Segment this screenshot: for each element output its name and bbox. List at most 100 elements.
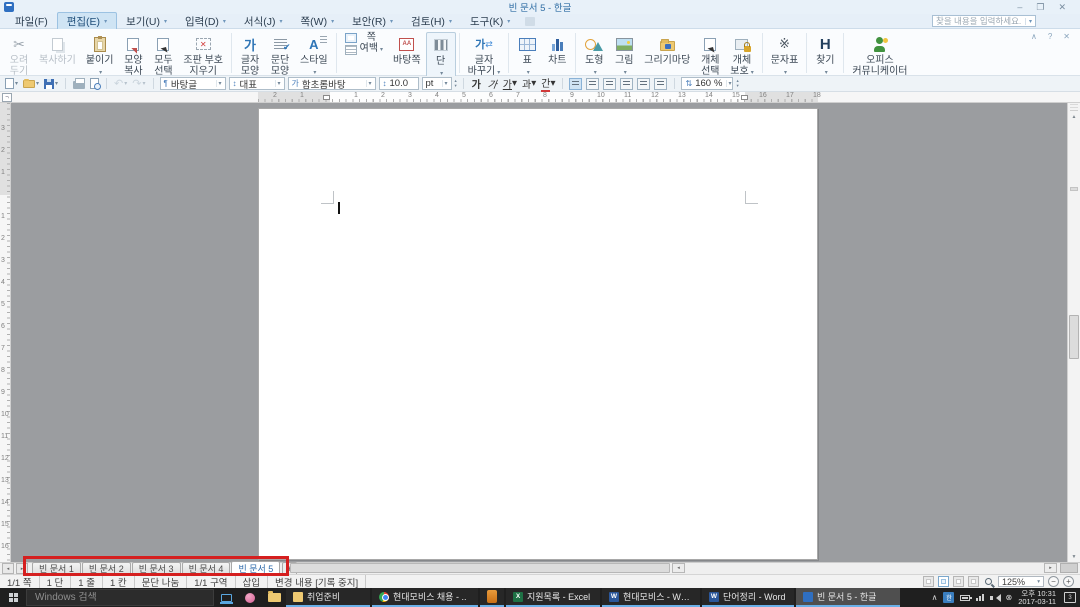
master-page-button[interactable]: AA 바탕쪽 bbox=[388, 32, 426, 68]
editing-canvas[interactable] bbox=[11, 103, 1067, 562]
taskbar-window-excel[interactable]: X 지원목록 - Excel bbox=[506, 588, 600, 607]
save-button[interactable]: ▾ bbox=[43, 79, 59, 89]
italic-button[interactable]: 가 bbox=[485, 77, 500, 90]
para-shape-button[interactable]: ✔ 문단모양 bbox=[265, 32, 295, 78]
line-spacing-input[interactable]: ⇅160%▾ bbox=[681, 77, 733, 90]
align-right-button[interactable] bbox=[620, 78, 633, 90]
taskbar-search-box[interactable] bbox=[26, 589, 214, 606]
underline-button[interactable]: 가▾ bbox=[502, 77, 518, 90]
taskview-button[interactable] bbox=[214, 588, 238, 607]
select-all-button[interactable]: 모두선택 bbox=[148, 32, 178, 78]
scroll-right-button[interactable]: ▸ bbox=[1044, 563, 1057, 573]
clipart-button[interactable]: 그리기마당 bbox=[639, 32, 695, 68]
erase-control-codes-button[interactable]: ✕ 조판 부호지우기 bbox=[178, 32, 228, 78]
start-button[interactable] bbox=[0, 588, 26, 607]
font-size-input[interactable]: ↕10.0 bbox=[379, 77, 419, 90]
find-button[interactable]: H 찾기▾ bbox=[810, 32, 840, 79]
volume-icon[interactable] bbox=[990, 594, 999, 602]
chart-button[interactable]: 차트 bbox=[542, 32, 572, 68]
print-button[interactable] bbox=[72, 79, 86, 89]
representative-select[interactable]: ↕대표▾ bbox=[229, 77, 285, 90]
horizontal-ruler[interactable]: ¬ 21123456789101112131415161718 bbox=[0, 92, 1080, 103]
picture-button[interactable]: 그림▾ bbox=[609, 32, 639, 79]
preview-button[interactable] bbox=[89, 78, 100, 89]
size-spinner[interactable]: ▴▾ bbox=[455, 79, 457, 88]
align-justify-button[interactable] bbox=[569, 78, 582, 90]
taskbar-window-hourglass[interactable] bbox=[480, 588, 504, 607]
pink-app-button[interactable] bbox=[238, 588, 262, 607]
status-insert-mode[interactable]: 삽입 bbox=[236, 575, 268, 589]
indent-marker[interactable] bbox=[323, 95, 330, 100]
copy-format-button[interactable]: 모양복사 bbox=[118, 32, 148, 78]
zoom-out-button[interactable]: − bbox=[1048, 576, 1059, 587]
find-search-box[interactable]: ▾ bbox=[932, 15, 1036, 27]
menu-input[interactable]: 입력(D)▾ bbox=[176, 13, 235, 30]
copy-button[interactable]: 복사하기 bbox=[34, 32, 81, 68]
battery-icon[interactable] bbox=[960, 595, 970, 601]
view-page-button[interactable] bbox=[938, 576, 949, 587]
tab-prev-button[interactable]: ◂ bbox=[2, 563, 14, 574]
undo-button[interactable]: ↶▾ bbox=[113, 77, 128, 90]
find-search-input[interactable] bbox=[933, 16, 1025, 26]
align-left-button[interactable] bbox=[586, 78, 599, 90]
shapes-button[interactable]: 도형▾ bbox=[579, 32, 609, 79]
file-explorer-button[interactable] bbox=[262, 588, 286, 607]
tab-document-2[interactable]: 빈 문서 2 bbox=[82, 562, 131, 574]
scroll-left-button[interactable]: ◂ bbox=[672, 563, 685, 573]
table-button[interactable]: 표▾ bbox=[512, 32, 542, 79]
office-communicator-button[interactable]: 오피스커뮤니케이터 bbox=[847, 32, 912, 78]
style-button[interactable]: A 스타일▾ bbox=[295, 32, 333, 79]
columns-button[interactable]: 단▾ bbox=[426, 32, 456, 81]
network-icon[interactable] bbox=[976, 594, 984, 601]
tab-next-button[interactable]: ▸ bbox=[16, 563, 28, 574]
style-select[interactable]: ¶바탕글▾ bbox=[160, 77, 226, 90]
scroll-up-button[interactable]: ▲ bbox=[1068, 111, 1080, 122]
ruler-tab-type-icon[interactable]: ¬ bbox=[2, 93, 12, 102]
tab-document-4[interactable]: 빈 문서 4 bbox=[182, 562, 231, 574]
cut-button[interactable]: ✂ 오려두기 bbox=[4, 32, 34, 78]
new-document-button[interactable]: ▾ bbox=[4, 78, 19, 89]
caret-down-icon[interactable]: ▾ bbox=[1025, 18, 1035, 25]
font-select[interactable]: 가함초롬바탕▾ bbox=[288, 77, 376, 90]
menu-security[interactable]: 보안(R)▾ bbox=[343, 13, 402, 30]
object-protect-button[interactable]: 개체보호▾ bbox=[725, 32, 758, 79]
menu-format[interactable]: 서식(J)▾ bbox=[235, 13, 292, 30]
tab-document-3[interactable]: 빈 문서 3 bbox=[132, 562, 181, 574]
char-border-button[interactable]: 과▾ bbox=[521, 77, 537, 90]
align-divide-button[interactable] bbox=[654, 78, 667, 90]
object-select-button[interactable]: 개체선택 bbox=[695, 32, 725, 78]
char-shade-button[interactable]: 간▾ bbox=[540, 77, 556, 90]
page-margin-button[interactable]: 쪽여백▾ bbox=[340, 32, 388, 56]
zoom-select[interactable]: 125%▾ bbox=[998, 576, 1044, 587]
status-track-changes[interactable]: 변경 내용 [기록 중지] bbox=[268, 575, 366, 589]
bold-button[interactable]: 가 bbox=[470, 77, 483, 90]
ime-korean-icon[interactable]: 한 bbox=[943, 592, 954, 603]
charmap-button[interactable]: ※ 문자표▾ bbox=[766, 32, 804, 79]
vertical-scrollbar[interactable]: ▲ ▼ bbox=[1067, 103, 1080, 562]
view-grid-button[interactable] bbox=[923, 576, 934, 587]
view-full-button[interactable] bbox=[968, 576, 979, 587]
tray-chevron-icon[interactable]: ∧ bbox=[932, 593, 938, 602]
taskbar-window-word-1[interactable]: W 현대모비스 - Word bbox=[602, 588, 700, 607]
align-distribute-button[interactable] bbox=[637, 78, 650, 90]
taskbar-window-chrome[interactable]: 현대모비스 채용 - .. bbox=[372, 588, 478, 607]
tab-document-1[interactable]: 빈 문서 1 bbox=[32, 562, 81, 574]
size-unit-select[interactable]: pt▾ bbox=[422, 77, 452, 90]
right-indent-marker[interactable] bbox=[741, 95, 748, 100]
ribbon-close-button[interactable]: ✕ bbox=[1063, 32, 1070, 41]
taskbar-window-hwp-active[interactable]: 빈 문서 5 - 한글 bbox=[796, 588, 900, 607]
paste-button[interactable]: 붙이기▾ bbox=[81, 32, 119, 79]
zoom-in-button[interactable]: + bbox=[1063, 576, 1074, 587]
taskbar-window-word-2[interactable]: W 단어정리 - Word bbox=[702, 588, 794, 607]
open-document-button[interactable]: ▾ bbox=[22, 80, 40, 88]
taskbar-clock[interactable]: 오후 10:31 2017-03-11 bbox=[1018, 590, 1056, 606]
menu-review[interactable]: 검토(H)▾ bbox=[402, 13, 461, 30]
redo-button[interactable]: ↷▾ bbox=[131, 77, 146, 90]
char-replace-button[interactable]: 가⇄ 글자바꾸기▾ bbox=[463, 32, 506, 79]
ribbon-collapse-button[interactable]: ∧ bbox=[1031, 32, 1037, 41]
tab-document-5-active[interactable]: 빈 문서 5 bbox=[231, 561, 280, 574]
vertical-ruler[interactable]: 32112345678910111213141516 bbox=[0, 103, 11, 562]
menu-view[interactable]: 보기(U)▾ bbox=[117, 13, 176, 30]
char-shape-button[interactable]: 가 글자모양 bbox=[235, 32, 265, 78]
split-handle[interactable] bbox=[1070, 104, 1078, 111]
